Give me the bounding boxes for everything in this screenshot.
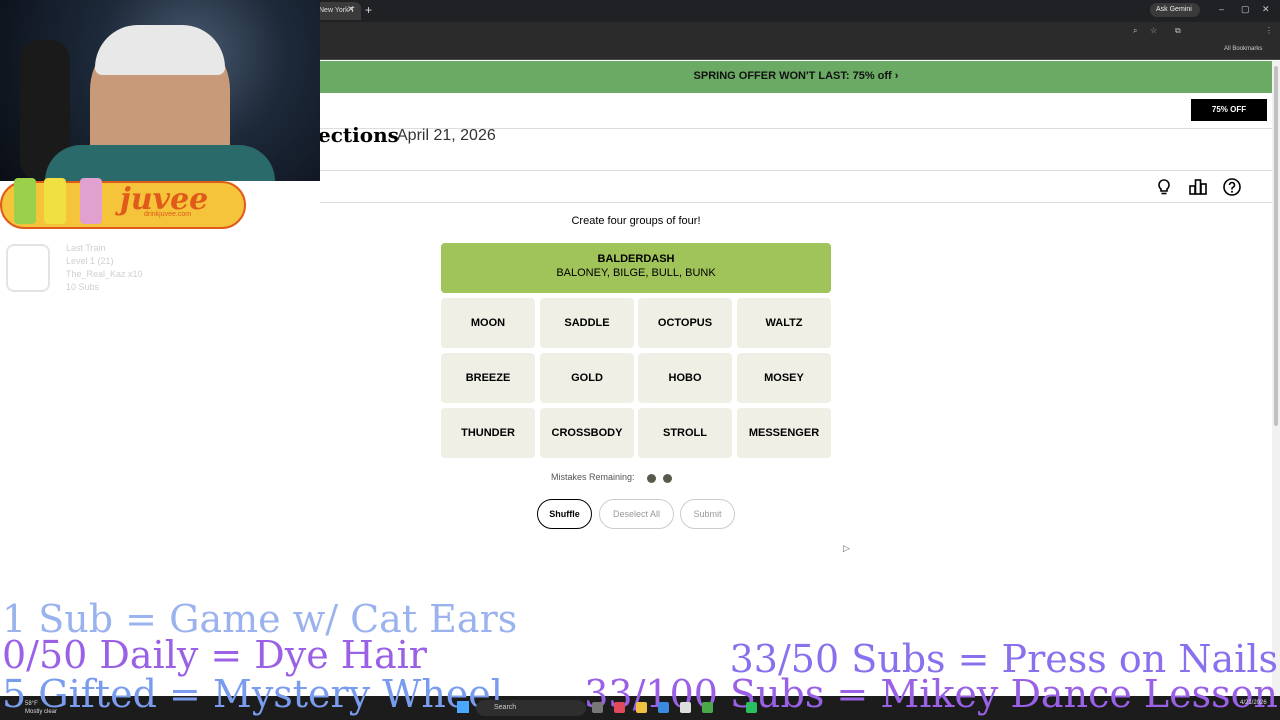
alert-line: Level 1 (21) [66,256,114,266]
solved-group-words: BALONEY, BILGE, BULL, BUNK [556,267,716,279]
mouse-cursor-icon: ▷ [843,543,850,553]
page-title: ections [318,123,399,147]
taskbar-search[interactable]: Search [476,700,586,716]
taskbar-clock[interactable]: 4/21/2026 [1240,699,1267,707]
stream-goal: 0/50 Daily = Dye Hair [2,633,427,677]
webcam-shirt [45,145,275,181]
windows-start-icon[interactable] [457,701,469,713]
bookmark-star-icon[interactable]: ☆ [1150,26,1157,35]
mistakes-label: Mistakes Remaining: [551,472,635,482]
stats-icon[interactable] [1188,177,1208,197]
sponsor-can [80,178,102,224]
all-bookmarks-link[interactable]: All Bookmarks [1224,46,1262,52]
divider [320,202,1272,203]
minimize-button[interactable]: – [1219,4,1224,14]
new-tab-button[interactable]: + [365,3,372,17]
stream-goal: 5 Gifted = Mystery Wheel [2,672,503,716]
calendar-icon[interactable] [680,702,691,713]
word-tile[interactable]: MOSEY [737,353,831,403]
close-window-button[interactable]: ✕ [1262,4,1270,15]
train-icon [6,244,50,292]
menu-icon[interactable]: ⋮ [1265,26,1273,35]
word-tile[interactable]: SADDLE [540,298,634,348]
alert-line: Last Train [66,243,106,253]
mistake-dot [647,474,656,483]
sponsor-can [14,178,36,224]
word-tile[interactable]: MOON [441,298,535,348]
instructions: Create four groups of four! [571,215,701,227]
alert-line: 10 Subs [66,282,100,292]
word-tile[interactable]: THUNDER [441,408,535,458]
word-tile[interactable]: OCTOPUS [638,298,732,348]
shuffle-button[interactable]: Shuffle [537,499,592,529]
folder-icon[interactable] [636,702,647,713]
help-icon[interactable] [1222,177,1242,197]
weather-temp: 58°F [25,701,38,707]
zoom-icon[interactable]: ⌕ [1133,26,1137,36]
promo-text[interactable]: SPRING OFFER WON'T LAST: 75% off › [320,61,1272,93]
webcam-hat [95,25,225,75]
task-view-icon[interactable] [592,702,603,713]
weather-desc: Mostly clear [25,709,58,715]
word-tile[interactable]: STROLL [638,408,732,458]
spotify-icon[interactable] [746,702,757,713]
word-tile[interactable]: GOLD [540,353,634,403]
mail-icon[interactable] [658,702,669,713]
lightbulb-icon[interactable] [1154,177,1174,197]
offer-button[interactable]: 75% OFF [1191,99,1267,121]
mistake-dot [663,474,672,483]
ask-gemini-button[interactable]: Ask Gemini [1150,3,1200,17]
sponsor-can [44,178,66,224]
weather-widget[interactable]: 58°F Mostly clear [25,700,57,716]
sponsor-url: drinkjuvee.com [144,211,192,218]
word-tile[interactable]: CROSSBODY [540,408,634,458]
deselect-all-button[interactable]: Deselect All [599,499,674,529]
extensions-icon[interactable]: ⧉ [1175,26,1181,36]
word-tile[interactable]: BREEZE [441,353,535,403]
app-icon[interactable] [614,702,625,713]
word-tile[interactable]: MESSENGER [737,408,831,458]
word-tile[interactable]: HOBO [638,353,732,403]
scrollbar-thumb[interactable] [1274,66,1278,426]
alert-line: The_Real_Kaz x10 [66,269,143,279]
chrome-icon[interactable] [702,702,713,713]
word-tile[interactable]: WALTZ [737,298,831,348]
tab-close-icon[interactable]: ✕ [347,4,355,15]
clock-date: 4/21/2026 [1240,700,1267,706]
solved-group-name: BALDERDASH [597,253,675,265]
submit-button[interactable]: Submit [680,499,735,529]
puzzle-date: April 21, 2026 [397,127,496,144]
solved-group: BALDERDASH BALONEY, BILGE, BULL, BUNK [441,243,831,293]
divider [320,170,1272,171]
maximize-button[interactable]: ▢ [1241,4,1250,15]
